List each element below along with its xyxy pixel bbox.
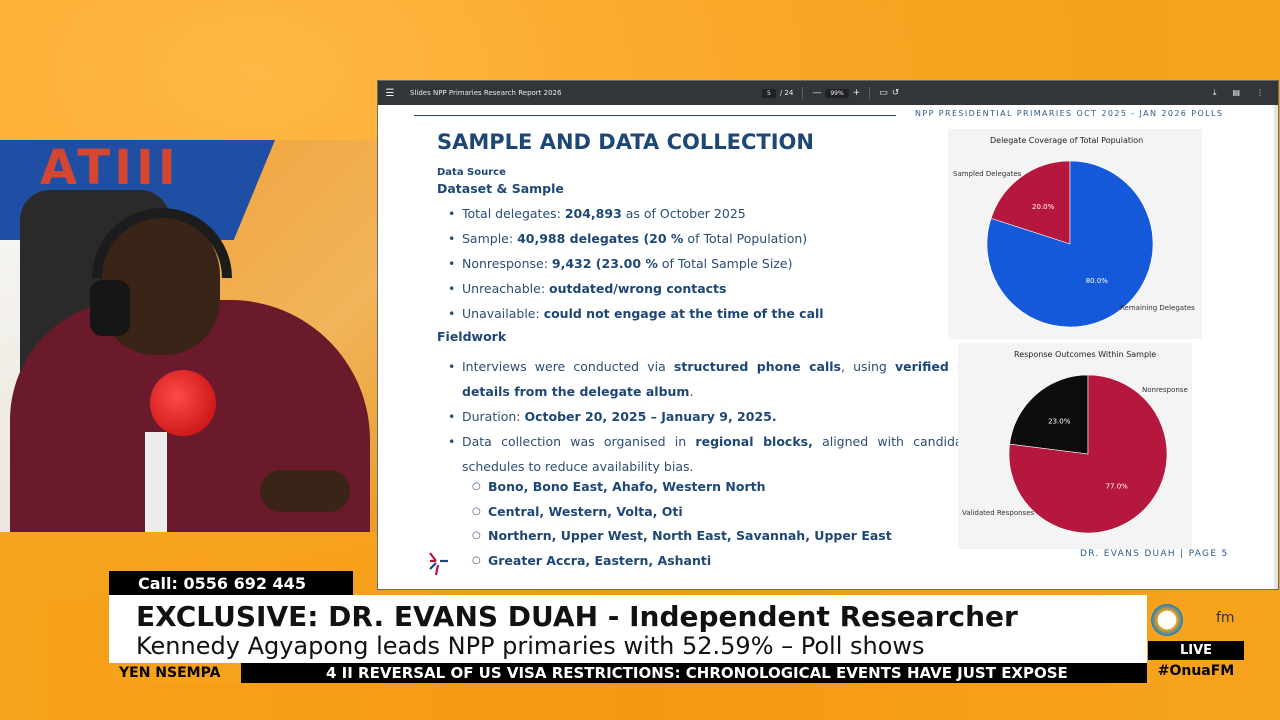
page-total: / 24: [779, 89, 794, 97]
bullet-text: of Total Sample Size): [657, 256, 793, 271]
pdf-toolbar: ☰ Slides NPP Primaries Research Report 2…: [378, 81, 1278, 105]
bullet-bold: 9,432 (23.00 %: [551, 256, 658, 271]
studio-wall-text: ATIII: [40, 140, 180, 196]
station-logo-text: fm: [1216, 610, 1235, 626]
live-badge: LIVE: [1148, 641, 1244, 660]
bullet-text: Data collection was organised in: [462, 434, 696, 449]
bullet-text: .: [689, 384, 694, 399]
studio-video-feed: ATIII: [0, 140, 378, 532]
bullet-text: Unavailable:: [462, 306, 544, 321]
bullet-text: , using: [840, 359, 896, 374]
station-logo-icon: [1151, 604, 1183, 636]
bullet-text: as of October 2025: [621, 206, 746, 221]
pie-value-label: 80.0%: [1086, 277, 1109, 285]
pdf-viewer: ☰ Slides NPP Primaries Research Report 2…: [377, 80, 1279, 590]
research-logo-icon: [429, 552, 448, 576]
slide-header: NPP PRESIDENTIAL PRIMARIES OCT 2025 - JA…: [915, 109, 1224, 118]
bullet-text: Duration:: [462, 409, 525, 424]
section-fieldwork: Fieldwork: [437, 329, 507, 344]
bullet-bold: 40,988 delegates (20 %: [517, 231, 684, 246]
document-title: Slides NPP Primaries Research Report 202…: [410, 89, 562, 97]
region-item: Bono, Bono East, Ahafo, Western North: [472, 479, 765, 494]
bullet-text: Total delegates:: [462, 206, 565, 221]
fieldwork-bullets: Interviews were conducted via structured…: [448, 354, 1010, 479]
dataset-bullets: Total delegates: 204,893 as of October 2…: [448, 206, 1012, 331]
presenter-hand: [260, 470, 350, 512]
call-in-number: Call: 0556 692 445: [109, 571, 353, 596]
bullet-text: of Total Population): [683, 231, 808, 246]
bullet-text: Interviews were conducted via: [462, 359, 674, 374]
menu-icon[interactable]: ☰: [378, 88, 402, 99]
rotate-icon[interactable]: ↺: [892, 88, 900, 98]
bullet-bold: structured phone calls: [673, 359, 841, 374]
download-icon[interactable]: ⤓: [1213, 88, 1217, 98]
subheadline: Kennedy Agyapong leads NPP primaries wit…: [136, 632, 925, 660]
more-options-icon[interactable]: ⋮: [1256, 88, 1264, 98]
bullet-bold: 204,893: [564, 206, 622, 221]
microphone-arm: [145, 432, 167, 532]
list-item: Interviews were conducted via structured…: [448, 354, 1010, 379]
ticker-program-tag: YEN NSEMPA: [109, 663, 241, 683]
toolbar-actions: ⤓ ▤ ⋮: [1213, 88, 1264, 98]
region-item: Central, Western, Volta, Oti: [472, 504, 683, 519]
pie-value-label: 23.0%: [1048, 417, 1071, 425]
ticker-text: 4 II REVERSAL OF US VISA RESTRICTIONS: C…: [326, 664, 1068, 682]
hashtag-badge: #OnuaFM: [1148, 660, 1244, 683]
headphone-earcup: [90, 280, 130, 336]
fit-page-icon[interactable]: ▭: [879, 88, 888, 98]
bullet-text: Nonresponse:: [462, 256, 552, 271]
slide-title: SAMPLE AND DATA COLLECTION: [437, 130, 814, 154]
microphone: [150, 370, 216, 436]
zoom-out-button[interactable]: —: [812, 88, 821, 98]
list-item-continued: schedules to reduce availability bias.: [462, 459, 694, 474]
pie-slice-nonresponse: [1009, 374, 1089, 455]
legend-label: Validated Responses: [962, 509, 1035, 517]
pie-value-label: 20.0%: [1032, 203, 1055, 211]
print-icon[interactable]: ▤: [1232, 88, 1240, 98]
bullet-bold: October 20, 2025 – January 9, 2025.: [524, 409, 777, 424]
bullet-bold: details from the delegate album: [462, 384, 690, 399]
list-item: Nonresponse: 9,432 (23.00 % of Total Sam…: [448, 256, 1012, 281]
bullet-text: Unreachable:: [462, 281, 550, 296]
legend-label: Nonresponse: [1142, 386, 1188, 394]
data-source-label: Data Source: [437, 167, 506, 178]
header-rule: [414, 115, 896, 116]
slide-footer: DR. EVANS DUAH | PAGE 5: [1080, 549, 1229, 559]
region-item: Greater Accra, Eastern, Ashanti: [472, 553, 711, 568]
bullet-bold: outdated/wrong contacts: [549, 281, 727, 296]
section-dataset: Dataset & Sample: [437, 181, 564, 196]
chart-title: Delegate Coverage of Total Population: [990, 136, 1144, 145]
list-item: Duration: October 20, 2025 – January 9, …: [448, 404, 1010, 429]
toolbar-divider: [869, 87, 871, 99]
list-item: Data collection was organised in regiona…: [448, 429, 1010, 454]
zoom-in-button[interactable]: +: [853, 88, 861, 98]
headline: EXCLUSIVE: DR. EVANS DUAH - Independent …: [136, 600, 1018, 633]
legend-label: Sampled Delegates: [953, 170, 1022, 178]
slide-page: NPP PRESIDENTIAL PRIMARIES OCT 2025 - JA…: [378, 105, 1274, 589]
bullet-text: Sample:: [462, 231, 518, 246]
list-item: Sample: 40,988 delegates (20 % of Total …: [448, 231, 1012, 256]
bullet-bold: could not engage at the time of the call: [543, 306, 824, 321]
page-number-input[interactable]: 5: [762, 88, 776, 98]
zoom-input[interactable]: 99%: [825, 88, 849, 98]
bullet-bold: regional blocks,: [695, 434, 813, 449]
list-item: Unreachable: outdated/wrong contacts: [448, 281, 1012, 306]
pie-value-label: 77.0%: [1106, 483, 1129, 491]
region-item: Northern, Upper West, North East, Savann…: [472, 528, 892, 543]
list-item: Unavailable: could not engage at the tim…: [448, 306, 1012, 331]
scrollbar[interactable]: [1274, 105, 1278, 589]
page-zoom-controls: 5 / 24 — 99% + ▭ ↺: [762, 87, 899, 99]
legend-label: Remaining Delegates: [1120, 304, 1195, 312]
chart-title: Response Outcomes Within Sample: [1014, 350, 1157, 359]
list-item: Total delegates: 204,893 as of October 2…: [448, 206, 1012, 231]
list-item-continued: details from the delegate album.: [462, 379, 1010, 404]
toolbar-divider: [802, 87, 804, 99]
